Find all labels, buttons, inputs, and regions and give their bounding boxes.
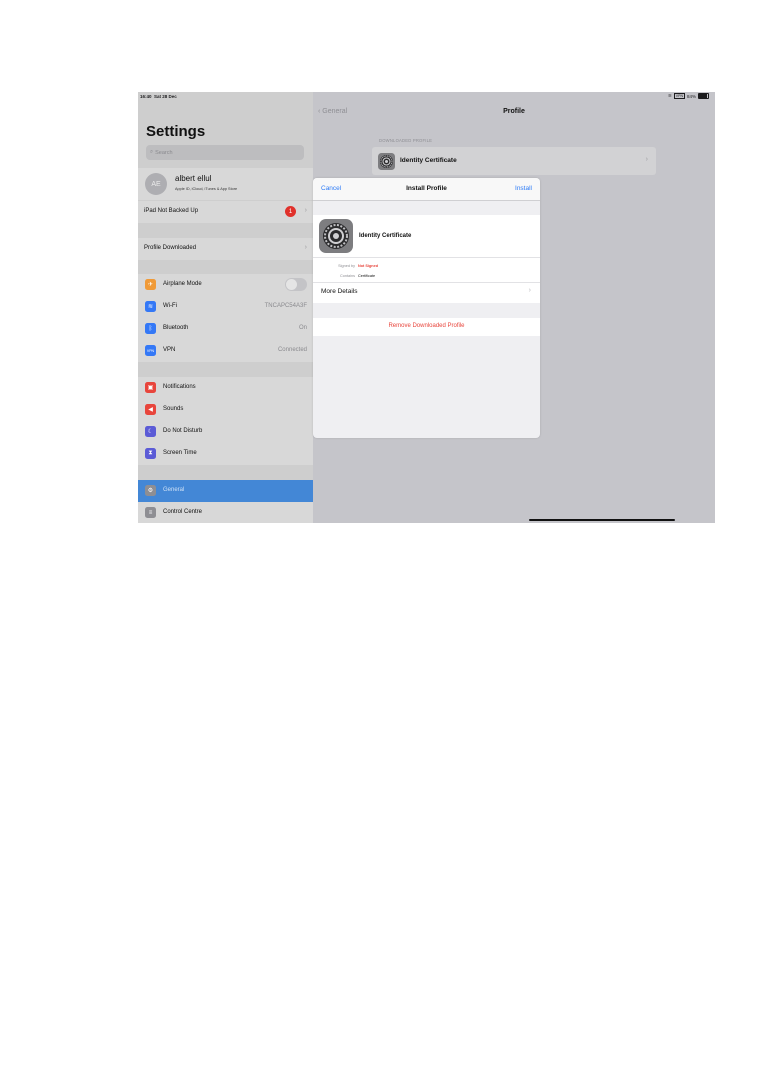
signed-by-value: Not Signed: [358, 264, 379, 268]
sidebar-item-wi-fi[interactable]: ≋ Wi-Fi TNCAPC54A3F: [138, 296, 313, 318]
more-details-row[interactable]: More Details ›: [313, 282, 540, 303]
modal-nav-bar: Cancel Install Profile Install: [313, 178, 540, 201]
profile-summary-card: Identity Certificate Signed by Not Signe…: [313, 215, 540, 303]
sidebar-item-label: Bluetooth: [163, 325, 189, 331]
sidebar-item-bluetooth[interactable]: ᛒ Bluetooth On: [138, 318, 313, 340]
sidebar-item-value: On: [298, 325, 307, 331]
wifi-status-icon: ≋: [668, 93, 672, 98]
search-placeholder: Search: [155, 149, 173, 156]
sidebar-item-label: Notifications: [163, 384, 196, 390]
profile-gear-icon: [378, 153, 395, 175]
sounds-icon: ◀: [145, 404, 156, 415]
sidebar-item-do-not-disturb[interactable]: ☾ Do Not Disturb: [138, 421, 313, 443]
sidebar-item-label: Sounds: [163, 406, 184, 412]
sidebar-item-label: Airplane Mode: [163, 281, 202, 287]
back-button[interactable]: ‹ General: [318, 108, 347, 115]
settings-sidebar: 16:40 Sat 28 Dec Settings ⌕ Search AE al…: [138, 92, 313, 523]
sidebar-item-general[interactable]: ⚙ General: [138, 480, 313, 502]
modal-title: Install Profile: [406, 185, 447, 192]
sidebar-item-notifications[interactable]: ▣ Notifications: [138, 377, 313, 399]
sidebar-item-value: TNCAPC54A3F: [264, 303, 307, 309]
detail-title: Profile: [503, 108, 525, 115]
downloaded-profile-row[interactable]: Identity Certificate ›: [372, 147, 656, 175]
account-subtitle: Apple ID, iCloud, iTunes & App Store: [175, 187, 238, 191]
search-input[interactable]: ⌕ Search: [146, 145, 304, 160]
contains-value: Certificate: [358, 274, 376, 278]
sidebar-item-label: Control Centre: [163, 509, 203, 515]
account-row[interactable]: AE albert ellul Apple ID, iCloud, iTunes…: [138, 168, 313, 200]
modal-profile-name: Identity Certificate: [359, 233, 412, 239]
hourglass-icon: ⧗: [145, 448, 156, 459]
backup-label: iPad Not Backed Up: [144, 208, 199, 214]
install-button[interactable]: Install: [515, 185, 532, 192]
sidebar-item-label: VPN: [163, 347, 176, 353]
contains-key: Contains: [340, 274, 355, 278]
profile-name: Identity Certificate: [400, 157, 457, 164]
profile-downloaded-label: Profile Downloaded: [144, 245, 197, 251]
profile-downloaded-row[interactable]: Profile Downloaded ›: [138, 238, 313, 260]
status-right: ≋ VPN 84%: [668, 93, 709, 99]
divider: [313, 257, 540, 258]
account-name: albert ellul: [175, 174, 212, 183]
airplane-mode-toggle[interactable]: [285, 278, 307, 291]
ipad-screen: 16:40 Sat 28 Dec Settings ⌕ Search AE al…: [138, 92, 715, 523]
sidebar-item-label: General: [163, 487, 185, 493]
sidebar-item-label: Do Not Disturb: [163, 428, 203, 434]
profile-gear-icon: [319, 219, 353, 258]
status-date-text: Sat 28 Dec: [154, 94, 177, 99]
remove-profile-button[interactable]: Remove Downloaded Profile: [313, 318, 540, 336]
avatar: AE: [145, 173, 167, 195]
section-header: DOWNLOADED PROFILE: [379, 138, 433, 143]
chevron-right-icon: ›: [528, 287, 531, 294]
bluetooth-icon: ᛒ: [145, 323, 156, 334]
remove-profile-label: Remove Downloaded Profile: [388, 323, 465, 329]
moon-icon: ☾: [145, 426, 156, 437]
airplane-icon: ✈: [145, 279, 156, 290]
chevron-left-icon: ‹: [318, 108, 321, 115]
status-time: 16:40 Sat 28 Dec: [140, 94, 177, 99]
chevron-right-icon: ›: [304, 244, 307, 251]
signed-by-key: Signed by: [338, 264, 355, 268]
home-indicator[interactable]: [529, 519, 675, 521]
sidebar-item-sounds[interactable]: ◀ Sounds: [138, 399, 313, 421]
chevron-right-icon: ›: [645, 156, 648, 163]
control-centre-icon: ≡: [145, 507, 156, 518]
sidebar-item-screen-time[interactable]: ⧗ Screen Time: [138, 443, 313, 465]
vpn-status-icon: VPN: [673, 93, 685, 99]
more-details-label: More Details: [321, 288, 358, 295]
chevron-right-icon: ›: [304, 207, 307, 214]
status-time-text: 16:40: [140, 94, 152, 99]
notifications-icon: ▣: [145, 382, 156, 393]
sidebar-item-vpn[interactable]: VPN VPN Connected: [138, 340, 313, 362]
install-profile-modal: Cancel Install Profile Install Identity …: [313, 178, 540, 438]
search-icon: ⌕: [150, 149, 154, 155]
page-title: Settings: [146, 123, 206, 140]
sidebar-item-control-centre[interactable]: ≡ Control Centre: [138, 502, 313, 523]
sidebar-item-value: Connected: [277, 347, 307, 353]
gear-icon: ⚙: [145, 485, 156, 496]
sidebar-item-label: Screen Time: [163, 450, 197, 456]
sidebar-item-label: Wi-Fi: [163, 303, 177, 309]
divider: [313, 282, 540, 283]
battery-icon: [698, 93, 709, 99]
wifi-icon: ≋: [145, 301, 156, 312]
backup-row[interactable]: iPad Not Backed Up 1 ›: [138, 201, 313, 223]
back-label: General: [322, 108, 348, 115]
vpn-icon: VPN: [145, 345, 156, 356]
sidebar-item-airplane-mode[interactable]: ✈ Airplane Mode: [138, 274, 313, 296]
battery-percent: 84%: [686, 93, 696, 99]
notification-badge: 1: [285, 206, 296, 217]
